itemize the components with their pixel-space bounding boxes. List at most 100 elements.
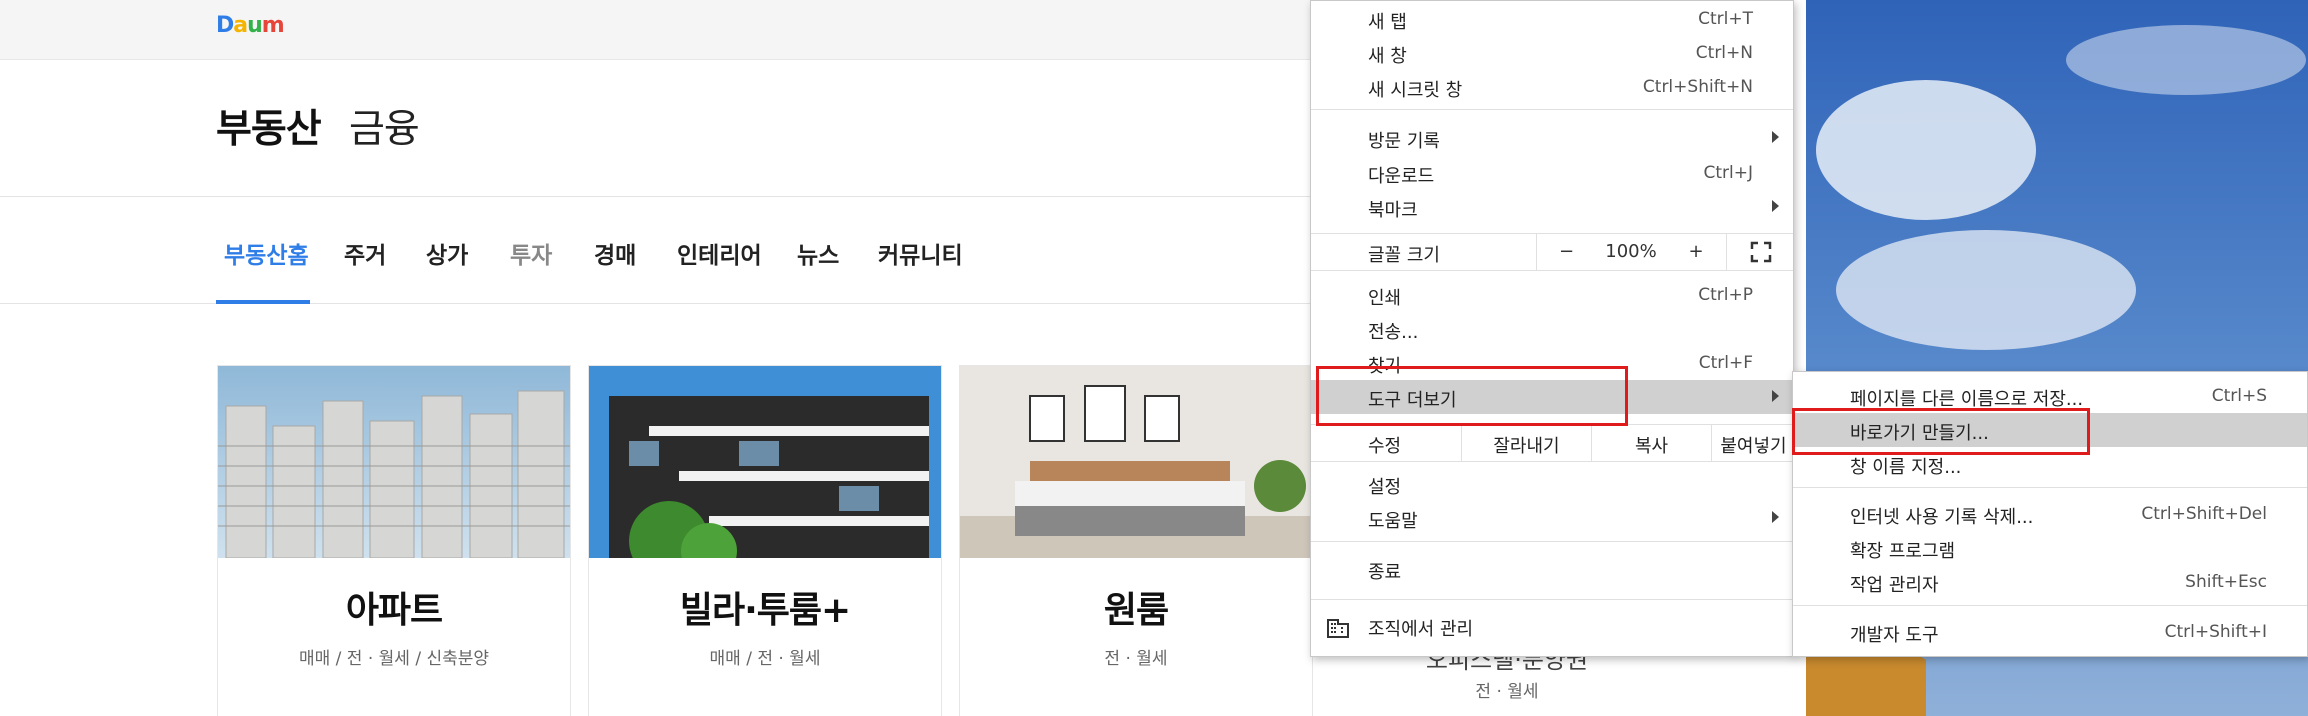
menu-more-tools[interactable]: 도구 더보기 — [1311, 380, 1793, 414]
menu-separator — [1793, 605, 2307, 606]
menu-label: 새 시크릿 창 — [1368, 80, 1463, 101]
nav-tab-community[interactable]: 커뮤니티 — [878, 236, 963, 270]
menu-help[interactable]: 도움말 — [1311, 501, 1793, 535]
card-title: 아파트 — [345, 590, 443, 631]
card-villa[interactable]: 빌라·투룸+ 매매 / 전 · 월세 — [588, 365, 942, 716]
brand-realestate-link[interactable]: 부동산 — [216, 98, 322, 154]
brand-finance-link[interactable]: 금융 — [349, 98, 420, 154]
villa-image — [589, 366, 941, 558]
daum-logo[interactable]: Daum — [216, 13, 285, 38]
zoom-level: 100% — [1605, 241, 1657, 262]
menu-shortcut: Ctrl+F — [1698, 353, 1753, 373]
zoom-in-button[interactable]: + — [1666, 234, 1726, 271]
building-icon — [1326, 616, 1350, 644]
menu-downloads[interactable]: 다운로드 Ctrl+J — [1311, 156, 1793, 190]
card-title: 원룸 — [1103, 590, 1169, 631]
card-subtitle: 매매 / 전 · 월세 / 신축분양 — [298, 649, 490, 669]
menu-label: 인터넷 사용 기록 삭제... — [1850, 507, 2034, 528]
menu-managed-by-org[interactable]: 조직에서 관리 — [1311, 599, 1793, 657]
menu-label: 도움말 — [1368, 511, 1418, 532]
menu-label: 전송... — [1368, 322, 1419, 343]
card-subtitle: 전 · 월세 — [1104, 649, 1168, 669]
menu-label: 개발자 도구 — [1850, 625, 1939, 646]
menu-label: 찾기 — [1368, 356, 1402, 377]
menu-history[interactable]: 방문 기록 — [1311, 121, 1793, 155]
card-oneroom[interactable]: 원룸 전 · 월세 — [959, 365, 1313, 716]
menu-shortcut: Ctrl+P — [1698, 285, 1753, 305]
menu-print[interactable]: 인쇄 Ctrl+P — [1311, 278, 1793, 312]
menu-label: 설정 — [1368, 477, 1402, 498]
submenu-save-page-as[interactable]: 페이지를 다른 이름으로 저장... Ctrl+S — [1793, 379, 2307, 413]
main-nav: 부동산홈 주거 상가 투자 경매 인테리어 뉴스 커뮤니티 — [0, 197, 1310, 304]
submenu-arrow-icon — [1772, 200, 1779, 212]
copy-button[interactable]: 복사 — [1591, 425, 1711, 462]
menu-separator — [1311, 109, 1793, 110]
menu-shortcut: Ctrl+N — [1695, 43, 1753, 63]
nav-tab-auction[interactable]: 경매 — [594, 236, 636, 270]
menu-shortcut: Ctrl+Shift+Del — [2141, 504, 2267, 524]
menu-shortcut: Ctrl+Shift+N — [1642, 77, 1753, 97]
fullscreen-icon — [1750, 241, 1772, 263]
more-tools-submenu: 페이지를 다른 이름으로 저장... Ctrl+S 바로가기 만들기... 창 … — [1792, 371, 2308, 657]
submenu-name-window[interactable]: 창 이름 지정... — [1793, 447, 2307, 481]
card-title: 빌라·투룸+ — [679, 590, 851, 631]
edit-label: 수정 — [1368, 436, 1402, 457]
menu-zoom-row: 글꼴 크기 − 100% + — [1311, 233, 1793, 271]
nav-tab-housing[interactable]: 주거 — [344, 236, 386, 270]
menu-find[interactable]: 찾기 Ctrl+F — [1311, 346, 1793, 380]
menu-label: 다운로드 — [1368, 166, 1435, 187]
card4-subtitle: 전 · 월세 — [1475, 682, 1539, 702]
nav-tab-interior[interactable]: 인테리어 — [677, 236, 762, 270]
top-bar: Daum — [0, 0, 1310, 60]
menu-label: 작업 관리자 — [1850, 575, 1939, 596]
submenu-arrow-icon — [1772, 511, 1779, 523]
submenu-clear-browsing-data[interactable]: 인터넷 사용 기록 삭제... Ctrl+Shift+Del — [1793, 497, 2307, 531]
menu-edit-row: 수정 잘라내기 복사 붙여넣기 — [1311, 424, 1793, 462]
menu-label: 도구 더보기 — [1368, 390, 1457, 411]
nav-tab-investment[interactable]: 투자 — [510, 236, 552, 270]
nav-tab-home[interactable]: 부동산홈 — [224, 236, 309, 270]
menu-label: 방문 기록 — [1368, 131, 1440, 152]
menu-label: 창 이름 지정... — [1850, 457, 1962, 478]
card-apartment[interactable]: 아파트 매매 / 전 · 월세 / 신축분양 — [217, 365, 571, 716]
menu-label: 인쇄 — [1368, 288, 1402, 309]
menu-label: 종료 — [1368, 562, 1402, 583]
menu-label: 새 창 — [1368, 46, 1407, 67]
menu-label: 바로가기 만들기... — [1850, 423, 1989, 444]
submenu-arrow-icon — [1772, 131, 1779, 143]
menu-separator — [1793, 487, 2307, 488]
menu-shortcut: Ctrl+J — [1703, 163, 1753, 183]
brand-header: 부동산 금융 — [0, 60, 1310, 197]
submenu-create-shortcut[interactable]: 바로가기 만들기... — [1793, 413, 2307, 447]
oneroom-image — [960, 366, 1312, 558]
menu-new-incognito[interactable]: 새 시크릿 창 Ctrl+Shift+N — [1311, 70, 1793, 104]
menu-separator — [1311, 541, 1793, 542]
browser-menu: 새 탭 Ctrl+T 새 창 Ctrl+N 새 시크릿 창 Ctrl+Shift… — [1310, 0, 1794, 657]
zoom-out-button[interactable]: − — [1536, 234, 1596, 271]
zoom-label: 글꼴 크기 — [1368, 245, 1440, 266]
submenu-developer-tools[interactable]: 개발자 도구 Ctrl+Shift+I — [1793, 615, 2307, 649]
menu-cast[interactable]: 전송... — [1311, 312, 1793, 346]
card-subtitle: 매매 / 전 · 월세 — [709, 649, 821, 669]
menu-settings[interactable]: 설정 — [1311, 467, 1793, 501]
submenu-task-manager[interactable]: 작업 관리자 Shift+Esc — [1793, 565, 2307, 599]
menu-label: 북마크 — [1368, 200, 1418, 221]
menu-label: 페이지를 다른 이름으로 저장... — [1850, 389, 2084, 410]
nav-tab-commercial[interactable]: 상가 — [426, 236, 468, 270]
submenu-arrow-icon — [1772, 390, 1779, 402]
paste-button[interactable]: 붙여넣기 — [1711, 425, 1795, 462]
menu-shortcut: Shift+Esc — [2185, 572, 2267, 592]
nav-tab-news[interactable]: 뉴스 — [797, 236, 839, 270]
apartment-image — [218, 366, 570, 558]
menu-bookmarks[interactable]: 북마크 — [1311, 190, 1793, 224]
menu-new-tab[interactable]: 새 탭 Ctrl+T — [1311, 2, 1793, 36]
cut-button[interactable]: 잘라내기 — [1461, 425, 1591, 462]
menu-exit[interactable]: 종료 — [1311, 552, 1793, 586]
menu-label: 확장 프로그램 — [1850, 541, 1956, 562]
menu-shortcut: Ctrl+Shift+I — [2164, 622, 2267, 642]
menu-new-window[interactable]: 새 창 Ctrl+N — [1311, 36, 1793, 70]
menu-label: 조직에서 관리 — [1368, 619, 1474, 640]
fullscreen-button[interactable] — [1726, 234, 1795, 271]
submenu-extensions[interactable]: 확장 프로그램 — [1793, 531, 2307, 565]
menu-shortcut: Ctrl+S — [2211, 386, 2267, 406]
